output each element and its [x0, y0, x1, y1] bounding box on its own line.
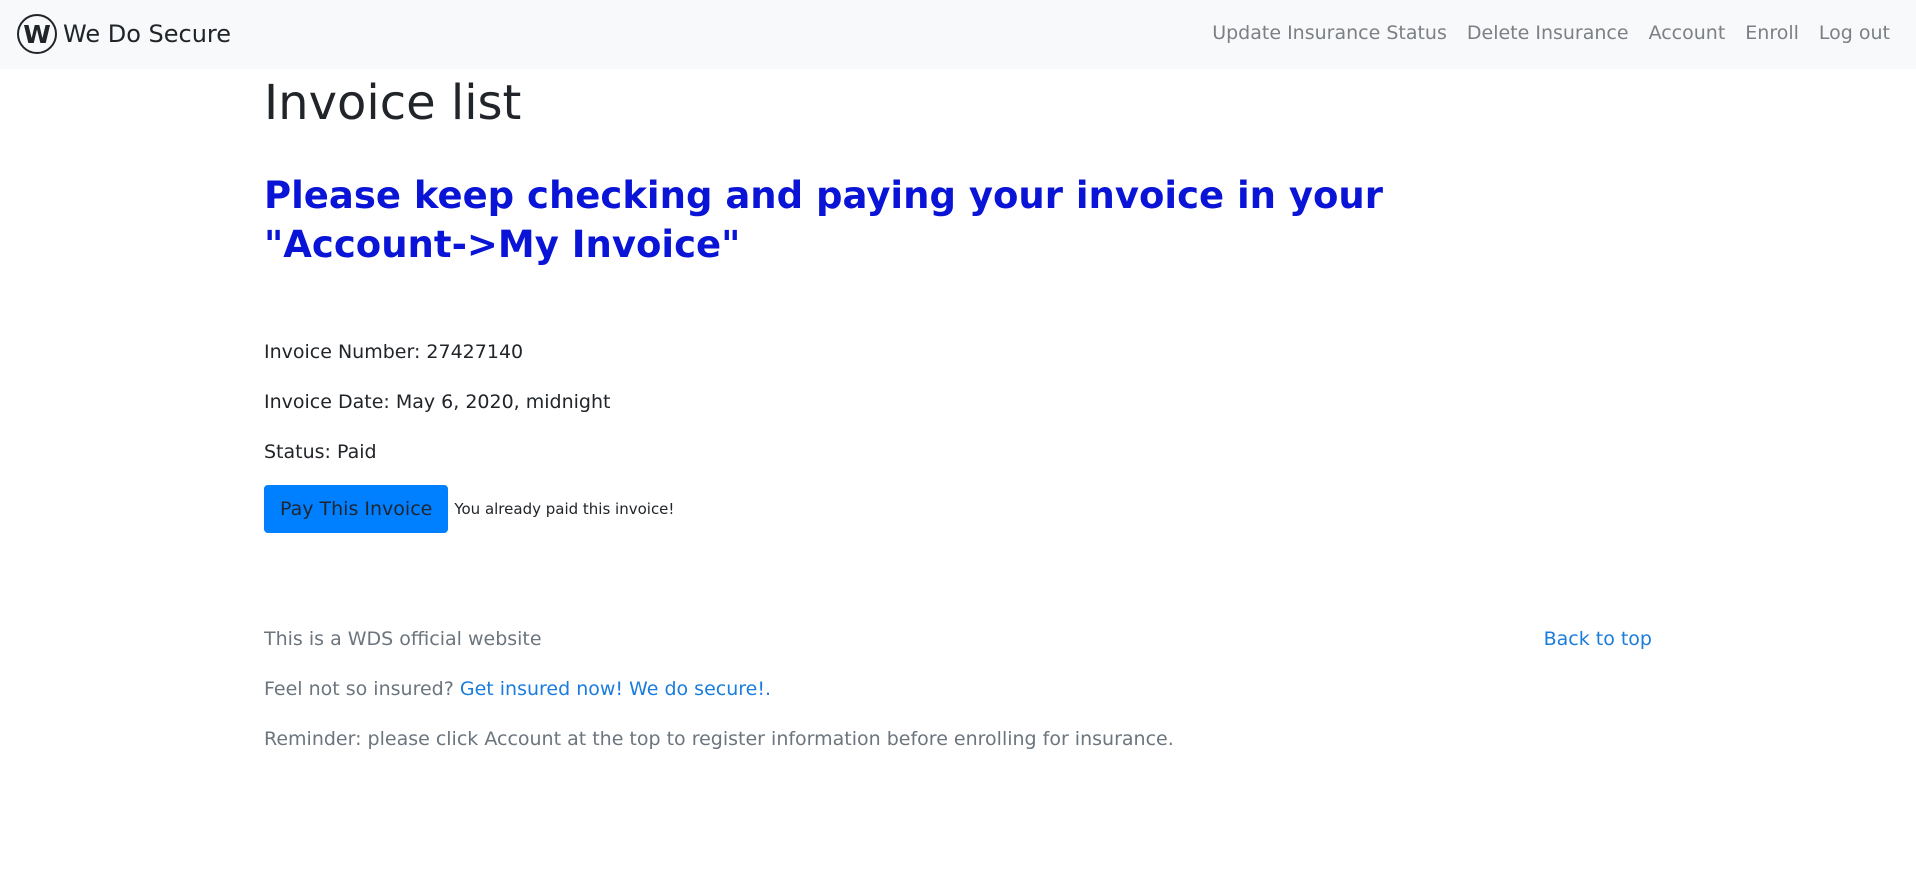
paid-message: You already paid this invoice!	[454, 500, 675, 518]
pay-invoice-button[interactable]: Pay This Invoice	[264, 485, 449, 533]
nav-enroll[interactable]: Enroll	[1745, 21, 1799, 45]
invoice-number: Invoice Number: 27427140	[264, 340, 523, 364]
invoice-date: Invoice Date: May 6, 2020, midnight	[264, 390, 610, 414]
nav-log-out[interactable]: Log out	[1819, 21, 1890, 45]
page-title: Invoice list	[264, 75, 522, 131]
pay-row: Pay This Invoice You already paid this i…	[264, 485, 674, 533]
invoice-status: Status: Paid	[264, 440, 377, 464]
back-to-top-link[interactable]: Back to top	[1544, 627, 1652, 651]
footer-insured-prompt: Feel not so insured?	[264, 678, 454, 700]
brand-name: We Do Secure	[63, 20, 232, 48]
invoice-date-value: May 6, 2020, midnight	[395, 391, 611, 413]
footer-reminder: Reminder: please click Account at the to…	[264, 728, 1174, 750]
navbar: W We Do Secure Update Insurance Status D…	[0, 0, 1916, 69]
get-insured-link[interactable]: Get insured now! We do secure!	[460, 678, 765, 700]
footer-official-text: This is a WDS official website	[264, 628, 542, 650]
invoice-status-value: Paid	[337, 441, 377, 463]
nav-links: Update Insurance Status Delete Insurance…	[1212, 21, 1890, 45]
invoice-date-label: Invoice Date:	[264, 391, 390, 413]
brand-link[interactable]: W We Do Secure	[17, 14, 231, 54]
nav-delete-insurance[interactable]: Delete Insurance	[1467, 21, 1629, 45]
nav-account[interactable]: Account	[1649, 21, 1726, 45]
invoice-notice: Please keep checking and paying your inv…	[264, 174, 1384, 266]
invoice-status-label: Status:	[264, 441, 331, 463]
nav-update-insurance-status[interactable]: Update Insurance Status	[1212, 21, 1447, 45]
footer-insured-suffix: .	[764, 678, 772, 700]
footer-insured-line: Feel not so insured? Get insured now! We…	[264, 677, 771, 701]
invoice-number-value: 27427140	[426, 341, 524, 363]
invoice-number-label: Invoice Number:	[264, 341, 421, 363]
brand-logo-icon: W	[17, 14, 57, 54]
